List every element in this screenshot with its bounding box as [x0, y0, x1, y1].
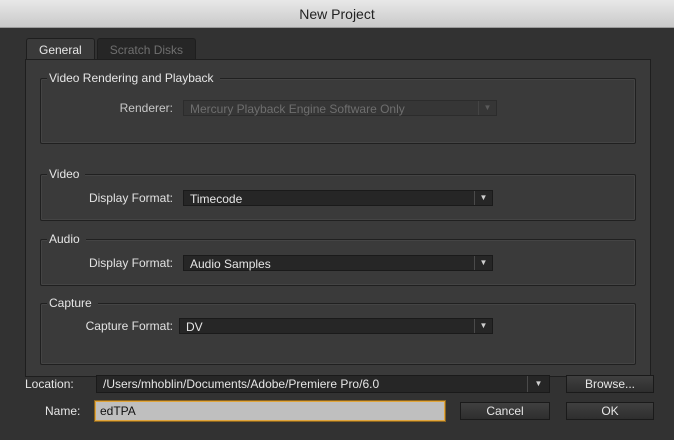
capture-format-label: Capture Format: — [85, 319, 173, 333]
audio-display-format-value: Audio Samples — [190, 257, 271, 271]
chevron-down-icon: ▼ — [474, 191, 492, 205]
location-select[interactable]: /Users/mhoblin/Documents/Adobe/Premiere … — [96, 375, 550, 393]
video-display-format-value: Timecode — [190, 192, 243, 206]
audio-display-format-label: Display Format: — [88, 256, 173, 270]
video-display-format-label: Display Format: — [88, 191, 173, 205]
capture-legend: Capture — [47, 296, 98, 310]
capture-format-value: DV — [186, 320, 203, 334]
capture-format-select[interactable]: DV ▼ — [179, 318, 493, 334]
video-rendering-group: Video Rendering and Playback Renderer: M… — [40, 71, 636, 144]
renderer-select: Mercury Playback Engine Software Only ▼ — [183, 100, 497, 116]
capture-group: Capture Capture Format: DV ▼ — [40, 296, 636, 365]
new-project-dialog: General Scratch Disks Video Rendering an… — [0, 28, 674, 440]
tab-scratch-disks[interactable]: Scratch Disks — [96, 38, 197, 60]
location-path: /Users/mhoblin/Documents/Adobe/Premiere … — [103, 377, 380, 391]
location-label: Location: — [25, 377, 74, 391]
ok-button[interactable]: OK — [566, 402, 654, 420]
chevron-down-icon: ▼ — [478, 101, 496, 115]
tab-bar: General Scratch Disks — [26, 38, 197, 60]
chevron-down-icon: ▼ — [527, 376, 549, 392]
browse-button[interactable]: Browse... — [566, 375, 654, 393]
general-panel: Video Rendering and Playback Renderer: M… — [25, 59, 651, 377]
chevron-down-icon: ▼ — [474, 319, 492, 333]
name-label: Name: — [45, 404, 81, 418]
video-rendering-legend: Video Rendering and Playback — [47, 71, 220, 85]
video-display-format-select[interactable]: Timecode ▼ — [183, 190, 493, 206]
window-title: New Project — [0, 0, 674, 28]
audio-group: Audio Display Format: Audio Samples ▼ — [40, 232, 636, 286]
renderer-label: Renderer: — [119, 101, 173, 115]
tab-general[interactable]: General — [26, 38, 95, 60]
cancel-button[interactable]: Cancel — [460, 402, 550, 420]
audio-display-format-select[interactable]: Audio Samples ▼ — [183, 255, 493, 271]
audio-legend: Audio — [47, 232, 86, 246]
project-name-input[interactable]: edTPA — [95, 401, 445, 421]
renderer-value: Mercury Playback Engine Software Only — [190, 102, 405, 116]
video-group: Video Display Format: Timecode ▼ — [40, 167, 636, 221]
chevron-down-icon: ▼ — [474, 256, 492, 270]
video-legend: Video — [47, 167, 86, 181]
